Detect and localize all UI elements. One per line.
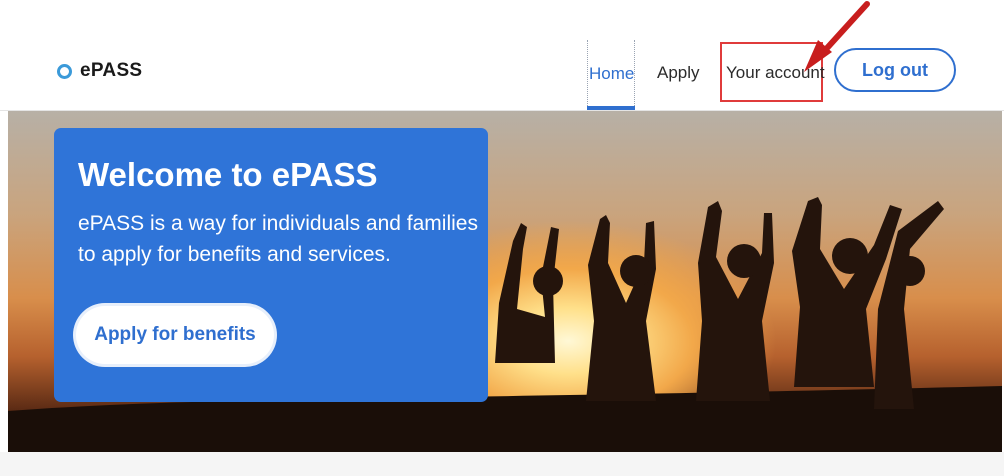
welcome-description: ePASS is a way for individuals and famil…: [78, 211, 478, 267]
nav-home[interactable]: Home: [587, 40, 635, 110]
brand-name: ePASS: [80, 60, 143, 81]
site-header: ePASS Home Apply Your account Log out: [0, 0, 1004, 111]
welcome-title: Welcome to ePASS: [78, 156, 378, 193]
brand-logo[interactable]: ePASS: [57, 60, 142, 82]
welcome-card: Welcome to ePASS ePASS is a way for indi…: [54, 128, 488, 402]
hero-banner: Welcome to ePASS ePASS is a way for indi…: [8, 111, 1002, 452]
page-footer-band: [0, 452, 1004, 476]
arrow-icon: [804, 1, 870, 72]
apply-for-benefits-button[interactable]: Apply for benefits: [76, 306, 274, 364]
nav-home-label: Home: [589, 64, 635, 83]
ring-icon: [57, 63, 72, 79]
nav-apply[interactable]: Apply: [657, 64, 700, 81]
